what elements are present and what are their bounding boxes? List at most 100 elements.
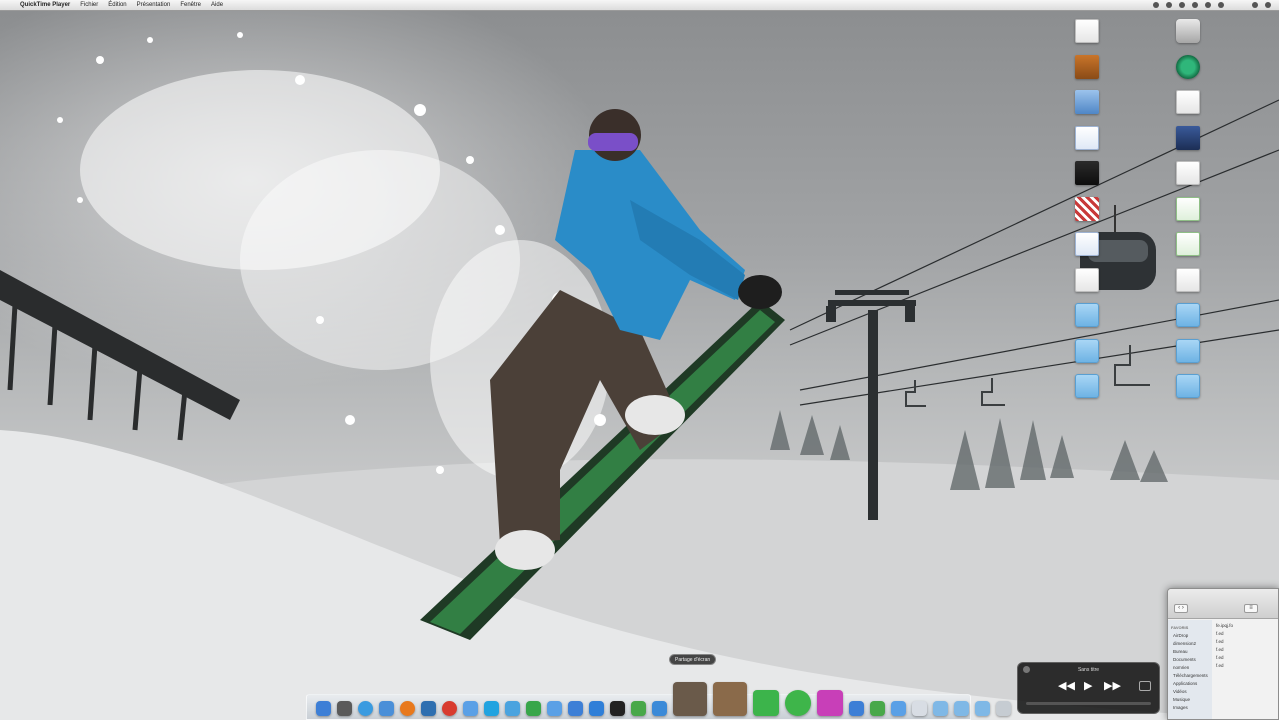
design-app-icon[interactable] (817, 690, 843, 716)
menu-edit[interactable]: Édition (108, 0, 126, 11)
status-menus (1153, 2, 1279, 8)
downloads-stack-icon[interactable] (891, 701, 906, 716)
preview-icon[interactable] (849, 701, 864, 716)
appstore-icon[interactable] (568, 701, 583, 716)
sidebar-item-pictures[interactable]: Images (1168, 704, 1212, 712)
status-dot-icon-2[interactable] (1166, 2, 1172, 8)
finder-icon[interactable] (316, 701, 331, 716)
desktop-file-14[interactable] (1176, 227, 1276, 261)
sidebar-item-downloads[interactable]: Téléchargements (1168, 672, 1212, 680)
launchpad-icon[interactable] (337, 701, 352, 716)
checkmark-app-icon[interactable] (785, 690, 811, 716)
list-item[interactable]: f.ed (1214, 630, 1278, 638)
file-icon (1176, 90, 1200, 114)
messages-icon[interactable] (526, 701, 541, 716)
spotlight-icon[interactable] (1252, 2, 1258, 8)
desktop-file-11[interactable] (1075, 192, 1175, 226)
desktop-file-2[interactable] (1176, 14, 1276, 48)
sidebar-item-movies[interactable]: Vidéos (1168, 688, 1212, 696)
trash-icon[interactable] (996, 701, 1011, 716)
scrub-bar[interactable] (1026, 702, 1151, 705)
notification-center-icon[interactable] (1265, 2, 1271, 8)
wifi-menu-icon[interactable] (1205, 2, 1211, 8)
sidebar-item-documents[interactable]: Documents (1168, 656, 1212, 664)
menu-help[interactable]: Aide (211, 0, 223, 11)
fast-forward-button[interactable]: ▶▶ (1104, 679, 1121, 693)
facetime-icon[interactable] (547, 701, 562, 716)
list-item[interactable]: f.ed (1214, 638, 1278, 646)
dropbox-menu-icon[interactable] (1179, 2, 1185, 8)
itunes-icon[interactable] (463, 701, 478, 716)
contact-photo-icon[interactable] (673, 682, 707, 716)
share-icon[interactable] (1139, 681, 1151, 691)
desktop-file-15[interactable] (1075, 263, 1175, 297)
safari-icon[interactable] (358, 701, 373, 716)
file-icon (1176, 267, 1200, 292)
desktop-file-13[interactable] (1075, 227, 1175, 261)
desktop-file-9[interactable] (1075, 156, 1175, 190)
desktop-file-3[interactable] (1075, 50, 1175, 84)
desktop-file-17[interactable] (1075, 298, 1175, 332)
file-icon (1075, 54, 1099, 79)
folder-stack-icon-2[interactable] (975, 701, 990, 716)
desktop-file-7[interactable] (1075, 121, 1175, 155)
desktop-file-10[interactable] (1176, 156, 1276, 190)
dropbox-icon[interactable] (589, 701, 604, 716)
firefox-icon[interactable] (400, 701, 415, 716)
applications-stack-icon[interactable] (933, 701, 948, 716)
play-button[interactable]: ▶ (1084, 679, 1092, 693)
xcode-icon[interactable] (421, 701, 436, 716)
mail-icon[interactable] (379, 701, 394, 716)
finder-sidebar: FAVORIS AirDrop dimension2 Bureau Docume… (1168, 620, 1212, 719)
desktop-file-16[interactable] (1176, 263, 1276, 297)
finder-file-list: fe.ipqj.fo f.ed f.ed f.ed f.ed f.ed (1214, 622, 1278, 719)
desktop-file-1[interactable] (1075, 14, 1175, 48)
rail (0, 270, 240, 441)
documents-stack-icon[interactable] (912, 701, 927, 716)
desktop-file-6[interactable] (1176, 85, 1276, 119)
evernote-icon[interactable] (631, 701, 646, 716)
sidebar-item-applications[interactable]: Applications (1168, 680, 1212, 688)
desktop-file-4[interactable] (1176, 50, 1276, 84)
desktop-file-19[interactable] (1075, 334, 1175, 368)
bluetooth-menu-icon[interactable] (1192, 2, 1198, 8)
back-forward-button[interactable]: ‹ › (1174, 604, 1188, 613)
sidebar-item-home[interactable]: dimension2 (1168, 640, 1212, 648)
desktop-file-8[interactable] (1176, 121, 1276, 155)
finder-toolbar: ‹ › ≡ (1168, 589, 1278, 619)
folder-stack-icon[interactable] (954, 701, 969, 716)
menu-view[interactable]: Présentation (137, 0, 171, 11)
desktop-file-5[interactable] (1075, 85, 1175, 119)
chrome-icon[interactable] (442, 701, 457, 716)
status-dot-icon[interactable] (1153, 2, 1159, 8)
file-icon (1176, 54, 1200, 79)
twitter-icon[interactable] (505, 701, 520, 716)
finder-window: ‹ › ≡ FAVORIS AirDrop dimension2 Bureau … (1167, 588, 1279, 720)
view-options-button[interactable]: ≡ (1244, 604, 1258, 613)
menu-file[interactable]: Fichier (80, 0, 98, 11)
rewind-button[interactable]: ◀◀ (1058, 679, 1075, 693)
numbers-icon[interactable] (753, 690, 779, 716)
sidebar-item-user[interactable]: nomrien (1168, 664, 1212, 672)
list-item[interactable]: f.ed (1214, 654, 1278, 662)
list-item[interactable]: fe.ipqj.fo (1214, 622, 1278, 630)
list-item[interactable]: f.ed (1214, 662, 1278, 670)
desktop-file-22[interactable] (1176, 369, 1276, 403)
calculator-icon[interactable] (870, 701, 885, 716)
sidebar-item-airdrop[interactable]: AirDrop (1168, 632, 1212, 640)
menu-window[interactable]: Fenêtre (180, 0, 201, 11)
menu-app-name[interactable]: QuickTime Player (20, 0, 70, 11)
sidebar-heading: FAVORIS (1171, 625, 1189, 630)
list-item[interactable]: f.ed (1214, 646, 1278, 654)
desktop-file-21[interactable] (1075, 369, 1175, 403)
terminal-icon[interactable] (610, 701, 625, 716)
desktop-file-20[interactable] (1176, 334, 1276, 368)
desktop-file-12[interactable] (1176, 192, 1276, 226)
screen-sharing-icon[interactable] (713, 682, 747, 716)
desktop-file-18[interactable] (1176, 298, 1276, 332)
sidebar-item-desktop[interactable]: Bureau (1168, 648, 1212, 656)
volume-menu-icon[interactable] (1218, 2, 1224, 8)
sidebar-item-music[interactable]: Musique (1168, 696, 1212, 704)
skype-icon[interactable] (484, 701, 499, 716)
qt-icon[interactable] (652, 701, 667, 716)
